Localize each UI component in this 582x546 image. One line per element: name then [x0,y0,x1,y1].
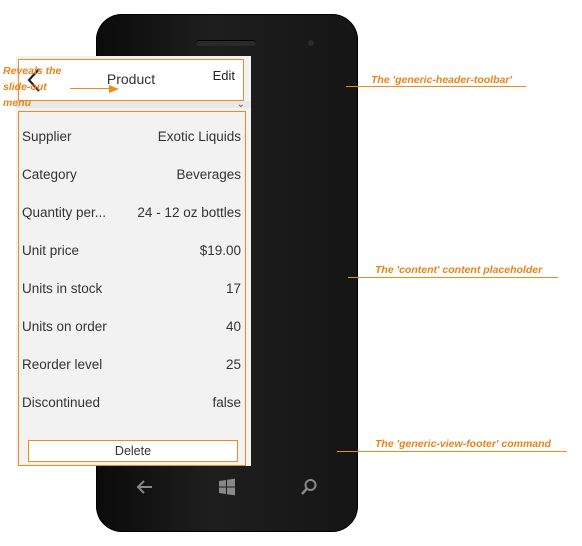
field-label: Supplier [22,129,72,144]
annotation-text: menu [3,97,32,109]
field-value: 40 [225,319,241,334]
scroll-indicator-icon: ⌄ [236,99,245,110]
annotation-toolbar: The 'generic-header-toolbar' [371,74,512,86]
search-icon[interactable] [298,476,320,498]
field-label: Quantity per... [22,205,107,220]
list-item[interactable]: Unit price $19.00 [19,240,245,264]
list-item[interactable]: Reorder level 25 [19,354,245,378]
list-item[interactable]: Units on order 40 [19,316,245,340]
annotation-footer: The 'generic-view-footer' command [375,438,551,450]
delete-button[interactable]: Delete [28,440,238,462]
list-item[interactable]: Units in stock 17 [19,278,245,302]
front-camera [308,40,314,46]
field-label: Units in stock [22,281,103,296]
arrowhead-icon [109,85,119,93]
list-item[interactable]: Discontinued false [19,392,245,416]
field-value: 17 [225,281,241,296]
field-value: 25 [225,357,241,372]
field-label: Discontinued [22,395,101,410]
annotation-text: slide-out [3,81,47,93]
arrow-left-icon[interactable] [134,476,156,498]
annotation-pointer-line [348,277,558,278]
windows-logo-icon[interactable] [216,476,238,498]
field-label: Reorder level [22,357,103,372]
content-placeholder: Supplier Exotic Liquids Category Beverag… [18,111,246,466]
field-value: false [212,395,241,410]
annotation-text: Reveals the [3,65,62,77]
list-item[interactable]: Category Beverages [19,164,245,188]
list-item[interactable]: Quantity per... 24 - 12 oz bottles [19,202,245,226]
annotation-content: The 'content' content placeholder [375,264,543,276]
annotation-menu: Reveals the slide-out menu [3,63,61,111]
field-value: 24 - 12 oz bottles [137,205,241,220]
annotation-pointer-line [346,86,526,87]
list-item[interactable]: Supplier Exotic Liquids [19,126,245,150]
speaker-grille [196,40,256,46]
annotation-pointer-line [337,451,567,452]
edit-button[interactable]: Edit [213,68,235,83]
field-value: Exotic Liquids [157,129,241,144]
field-label: Units on order [22,319,107,334]
field-value: $19.00 [199,243,241,258]
field-label: Unit price [22,243,80,258]
field-value: Beverages [176,167,241,182]
field-label: Category [22,167,77,182]
